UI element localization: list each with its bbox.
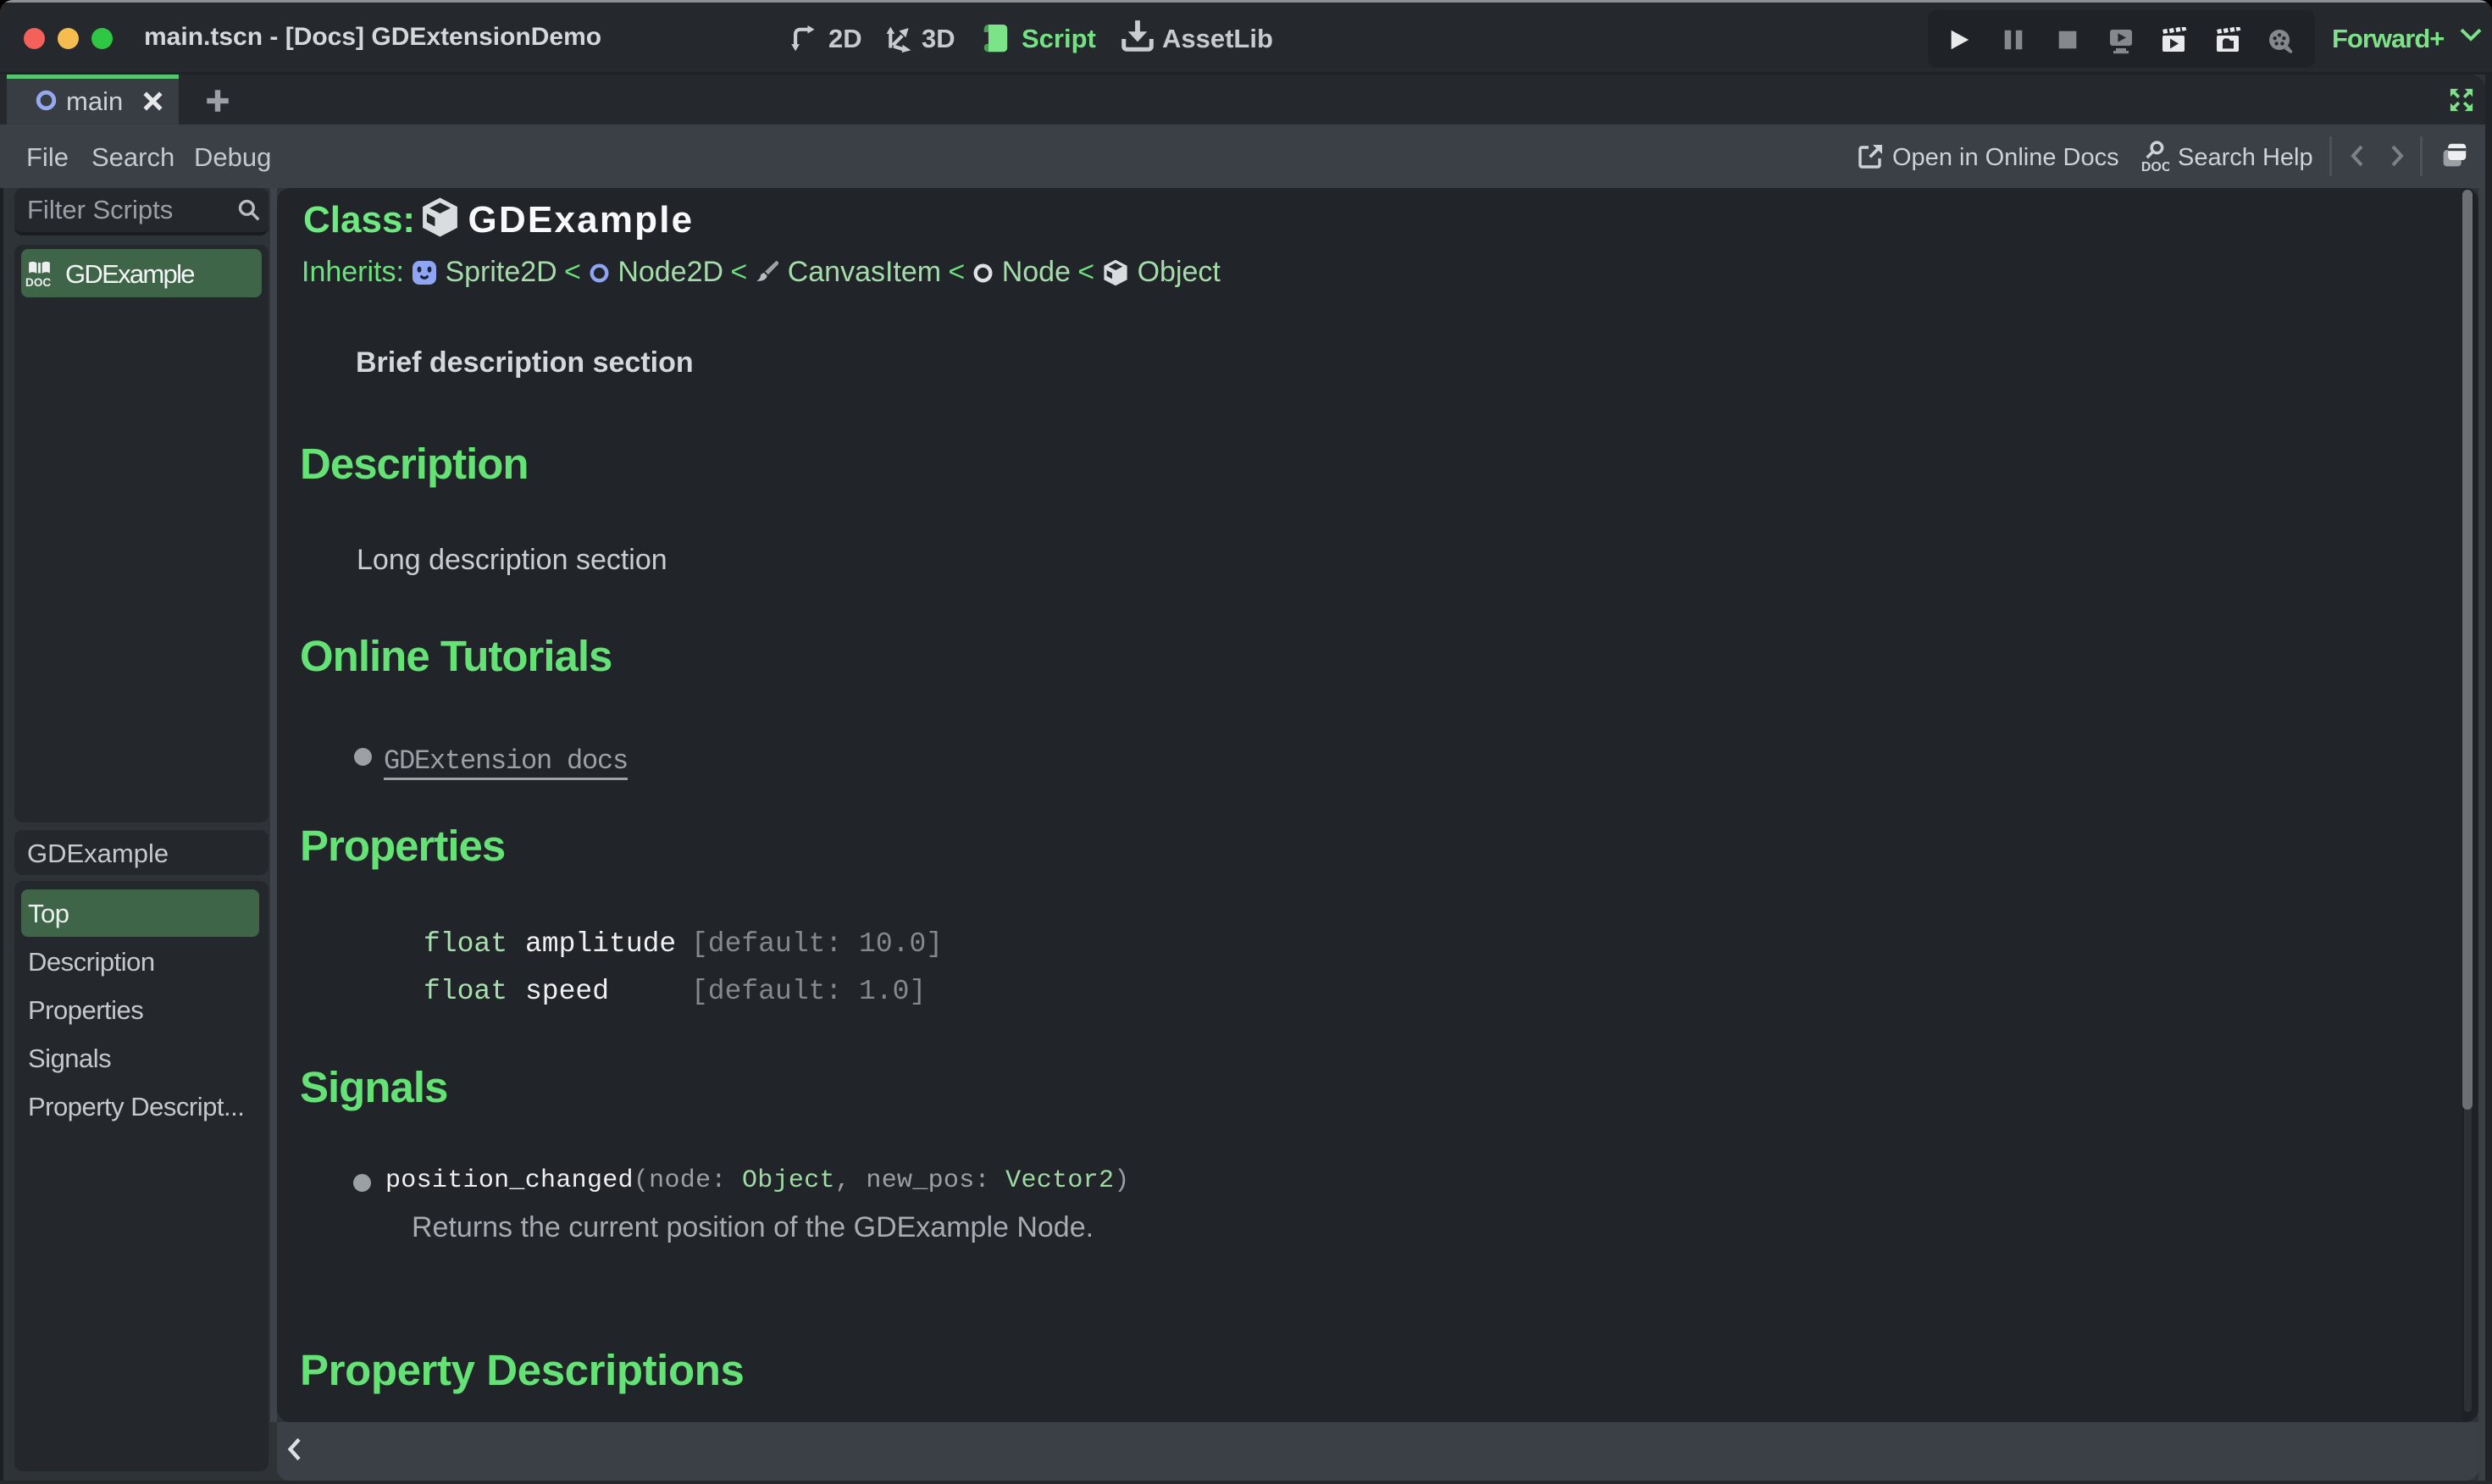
svg-text:DOC: DOC — [2141, 160, 2169, 174]
svg-text:DOC: DOC — [25, 276, 51, 287]
